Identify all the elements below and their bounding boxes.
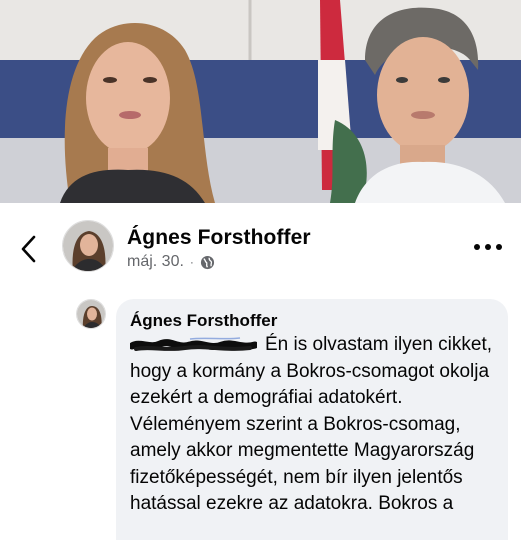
post-date[interactable]: máj. 30.	[127, 253, 184, 271]
comment-text: Én is olvastam ilyen cikket, hogy a korm…	[130, 334, 493, 514]
author-avatar[interactable]	[62, 220, 114, 272]
comment-author-name[interactable]: Ágnes Forsthoffer	[130, 310, 494, 332]
post-meta: máj. 30. ·	[127, 253, 215, 271]
comment-bubble: Ágnes Forsthoffer Én is olvastam ilyen c…	[116, 299, 508, 540]
globe-icon	[200, 255, 215, 270]
post-photo[interactable]	[0, 0, 521, 203]
meta-separator: ·	[189, 255, 194, 269]
more-horizontal-icon	[474, 244, 480, 250]
comment-body: Én is olvastam ilyen cikket, hogy a korm…	[130, 332, 494, 518]
chevron-left-icon	[21, 235, 36, 263]
redacted-mention	[130, 336, 257, 352]
post-header: Ágnes Forsthoffer máj. 30. ·	[0, 203, 521, 285]
more-options-button[interactable]	[474, 237, 508, 257]
comment-author-avatar[interactable]	[76, 299, 106, 329]
post-author-name[interactable]: Ágnes Forsthoffer	[127, 226, 311, 250]
back-button[interactable]	[18, 234, 42, 264]
